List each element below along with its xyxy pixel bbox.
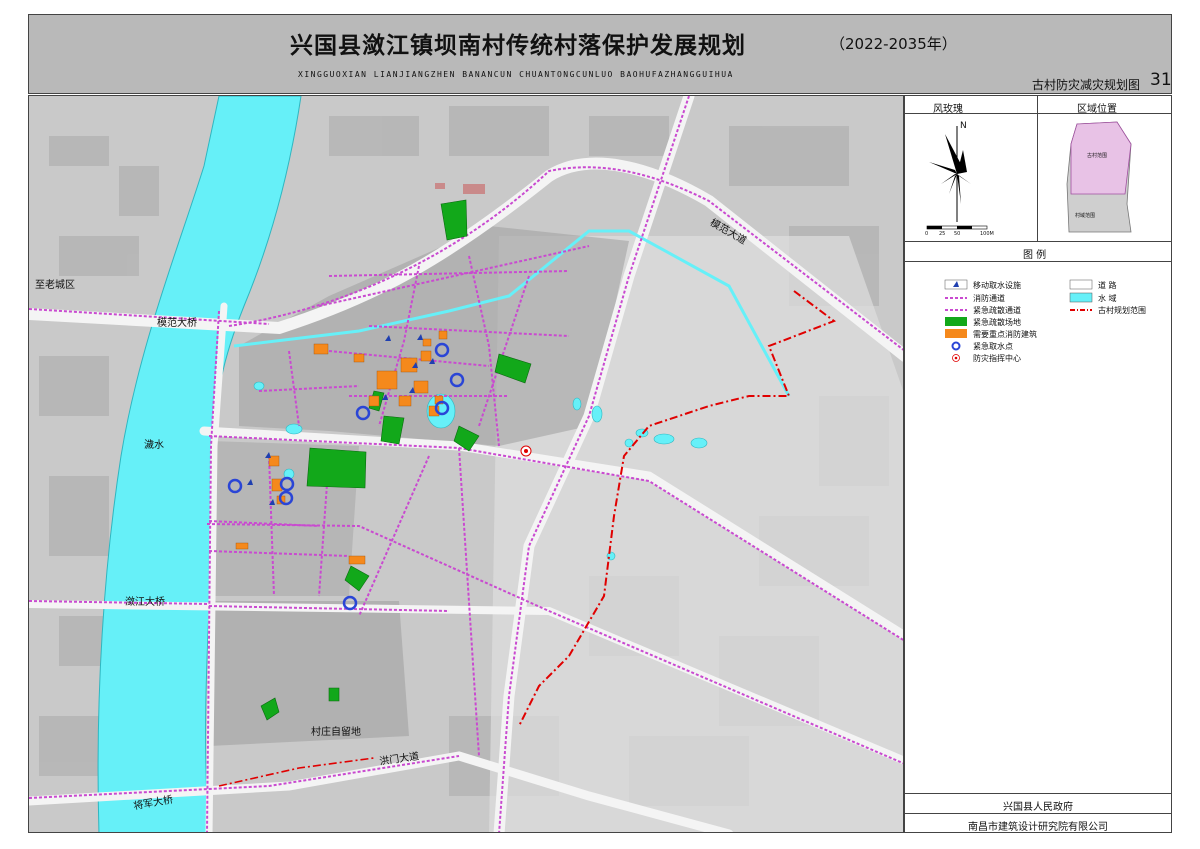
building-top-2 — [463, 184, 485, 194]
side-divider-legend-top — [905, 241, 1171, 242]
legend-key-building: 需要重点消防建筑 — [973, 330, 1037, 339]
side-divider-footer-1 — [905, 793, 1171, 794]
scale-tick-25: 25 — [939, 231, 946, 237]
label-river: 濊水 — [144, 440, 164, 451]
side-panel: 风玫瑰 区域位置 N 0 25 50 100M 古村范围 村域范围 图 例 移动… — [904, 95, 1172, 833]
legend-swatches — [944, 279, 1093, 362]
sheet-name: 古村防灾减灾规划图 — [1032, 78, 1141, 92]
location-village-label: 古村范围 — [1087, 153, 1108, 159]
plan-map[interactable]: 至老城区 濊水 模范大桥 模范大道 潋江大桥 将军大桥 洪门大道 村庄自留地 — [28, 95, 904, 833]
side-divider-footer-2 — [905, 813, 1171, 814]
legend-road: 道 路 — [1098, 281, 1117, 290]
drawing-frame: 兴国县潋江镇坝南村传统村落保护发展规划 （2022-2035年） XINGGUO… — [0, 0, 1200, 849]
plan-title: 兴国县潋江镇坝南村传统村落保护发展规划 — [290, 33, 746, 59]
side-divider-legend — [905, 261, 1171, 262]
north-label: N — [960, 121, 967, 131]
wind-rose — [926, 126, 988, 230]
legend-command: 防灾指挥中心 — [973, 354, 1021, 363]
plan-title-pinyin: XINGGUOXIAN LIANJIANGZHEN BANANCUN CHUAN… — [298, 70, 734, 79]
legend-mobile-water: 移动取水设施 — [973, 281, 1021, 290]
location-map — [1066, 121, 1132, 233]
legend-boundary: 古村规划范围 — [1098, 306, 1146, 315]
side-divider-vertical — [1037, 96, 1038, 241]
institute-name: 南昌市建筑设计研究院有限公司 — [968, 822, 1108, 833]
sheet-number: 31 — [1150, 70, 1172, 90]
plan-years: （2022-2035年） — [830, 35, 957, 53]
legend-water-point: 紧急取水点 — [973, 342, 1013, 351]
map-svg — [29, 96, 903, 832]
village-southwest — [209, 601, 409, 746]
scale-tick-0: 0 — [925, 231, 929, 237]
scale-tick-100: 100M — [980, 231, 994, 237]
building-top-1 — [435, 183, 445, 189]
label-mofan-bridge: 模范大桥 — [157, 318, 197, 329]
legend-title: 图 例 — [1023, 250, 1047, 261]
label-to-old-town: 至老城区 — [35, 280, 75, 291]
label-lianjiang-bridge: 潋江大桥 — [125, 597, 165, 608]
legend-evac-site: 紧急疏散场地 — [973, 318, 1021, 327]
command-center — [520, 445, 532, 457]
location-remaining-label: 村域范围 — [1075, 213, 1096, 219]
legend-evac-road: 紧急疏散通道 — [973, 306, 1021, 315]
label-reserve-land: 村庄自留地 — [311, 727, 361, 738]
legend-water: 水 域 — [1098, 294, 1117, 303]
legend-fire-road: 消防通道 — [973, 294, 1005, 303]
scale-tick-50: 50 — [954, 231, 961, 237]
government-name: 兴国县人民政府 — [1003, 802, 1073, 813]
